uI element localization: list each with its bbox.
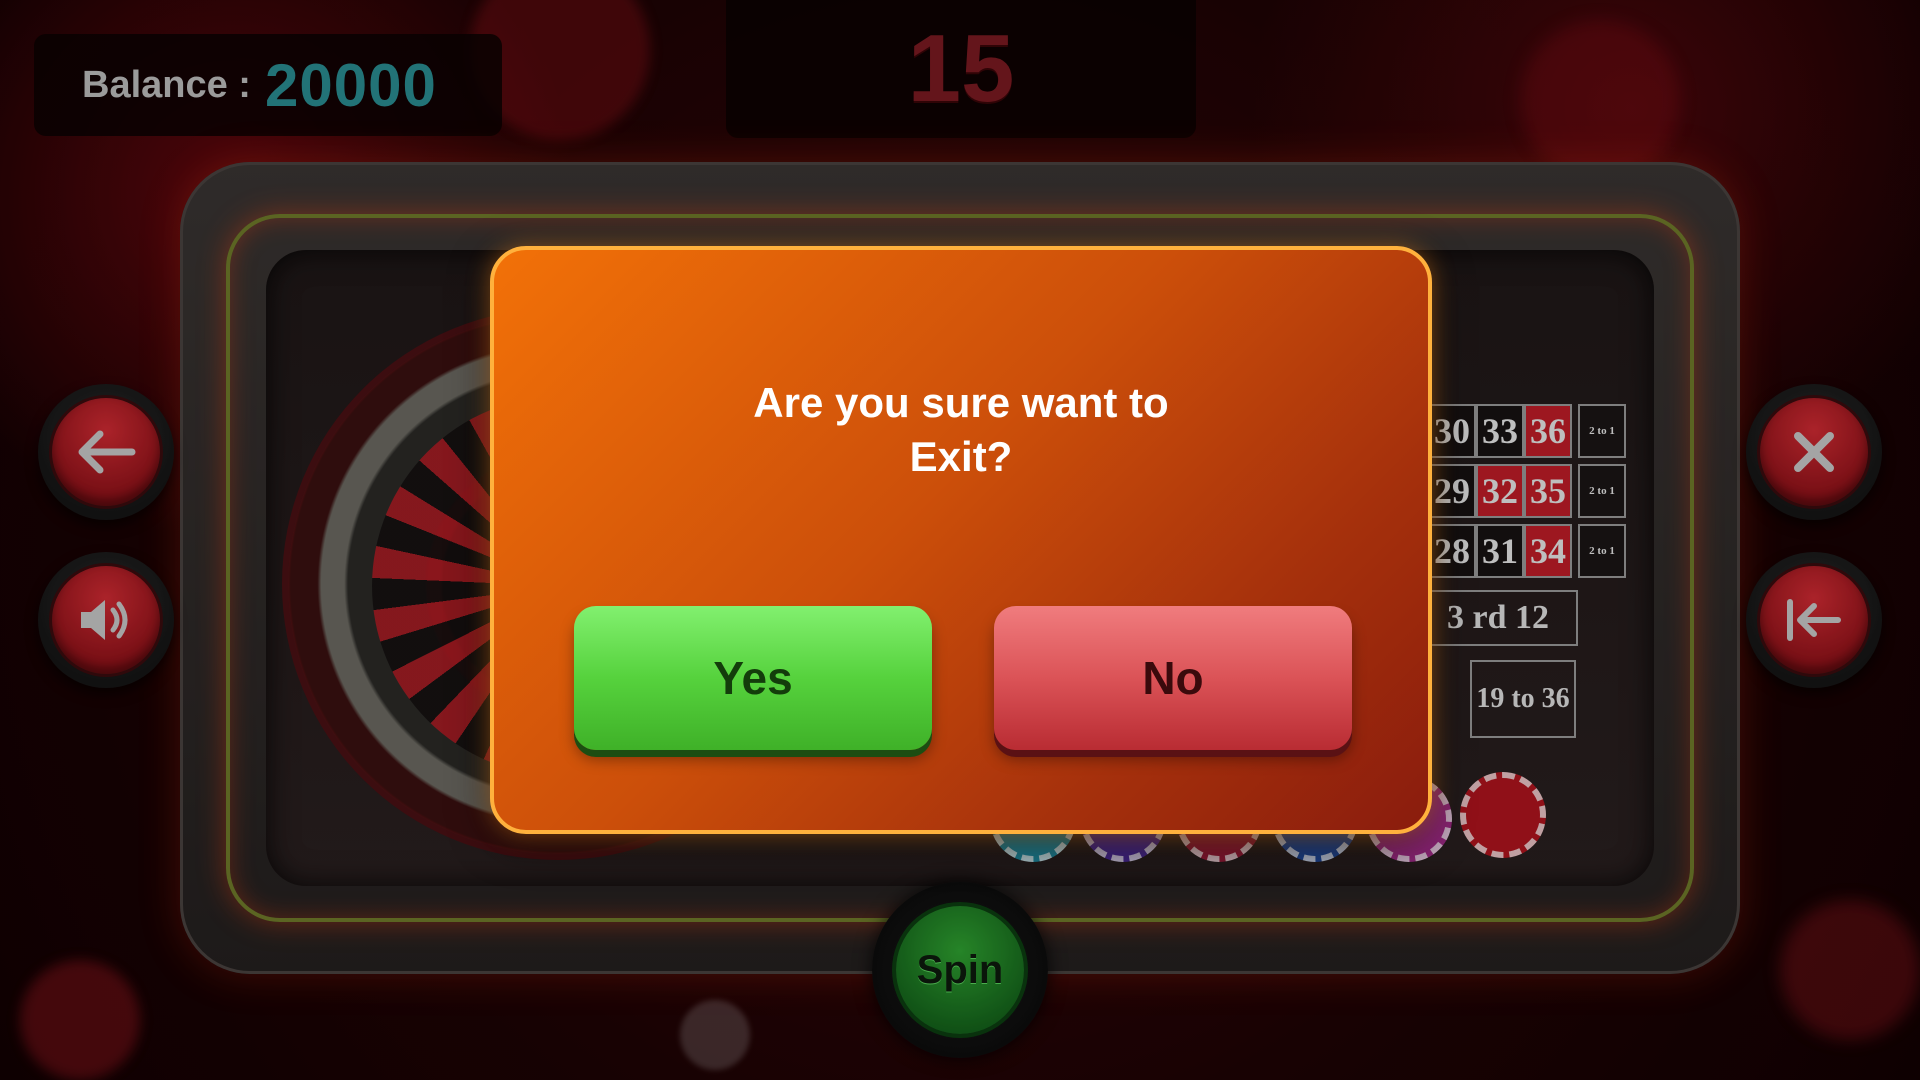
dialog-message: Are you sure want to Exit? bbox=[753, 379, 1169, 480]
exit-confirm-dialog: Are you sure want to Exit? Yes No bbox=[490, 246, 1432, 834]
no-button[interactable]: No bbox=[994, 606, 1352, 750]
yes-button[interactable]: Yes bbox=[574, 606, 932, 750]
